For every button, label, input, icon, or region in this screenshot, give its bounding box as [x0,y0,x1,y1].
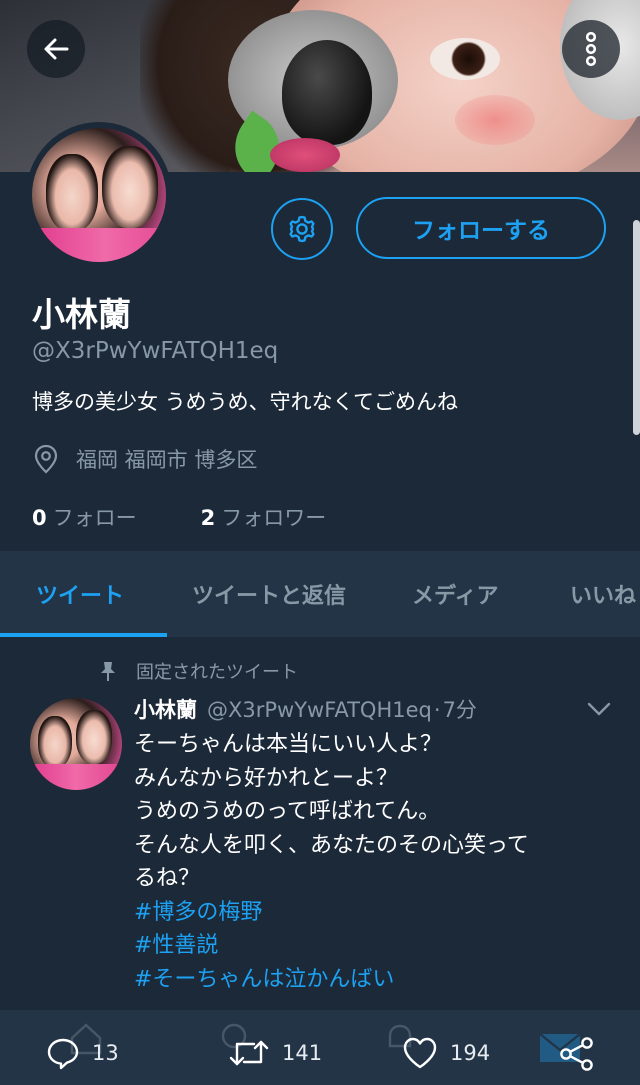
chevron-down-icon [587,702,611,716]
tweet-author-name[interactable]: 小林蘭 [134,694,197,724]
active-tab-indicator [0,633,167,637]
more-options-button[interactable] [562,20,620,78]
hashtag-link[interactable]: #博多の梅野 [134,896,624,930]
following-label: フォロー [52,506,137,530]
tweet-text: そーちゃんは本当にいい人よ？ みんなから好かれとーよ？ うめのうめのって呼ばれて… [134,728,624,996]
profile-stats: 0 フォロー 2 フォロワー [32,502,326,532]
share-button[interactable] [558,1036,596,1076]
profile-bio: 博多の美少女 うめうめ、守れなくてごめんね [32,390,459,414]
follow-button[interactable]: フォローする [356,197,606,259]
tweet-author-avatar[interactable] [30,698,122,790]
arrow-left-icon [44,38,69,60]
reply-icon [47,1038,79,1070]
tab-tweets[interactable]: ツイート [36,551,124,637]
location-pin-icon [34,444,58,474]
scrollbar-thumb[interactable] [633,220,640,435]
share-icon [560,1037,593,1071]
tweet-line: そんな人を叩く、あなたのその心笑って [134,832,529,858]
profile-name: 小林蘭 [32,295,131,334]
followers-label: フォロワー [221,506,327,530]
followers-count: 2 [200,506,216,530]
hashtag-link[interactable]: #性善説 [134,929,624,963]
tweet-separator: · [433,698,441,722]
retweet-button[interactable]: 141 [228,1036,322,1070]
retweet-count: 141 [282,1041,323,1065]
tweet-line: そーちゃんは本当にいい人よ？ [134,732,443,757]
tweet-menu-button[interactable] [586,700,612,722]
tweet-header: 小林蘭 @X3rPwYwFATQH1eq · 7分 [134,694,477,724]
profile-location: 福岡 福岡市 博多区 [32,444,257,474]
tab-media[interactable]: メディア [412,551,498,637]
pinned-indicator: 固定されたツイート [98,658,298,684]
tweet-time: 7分 [442,698,477,722]
reply-button[interactable]: 13 [46,1036,119,1070]
tweet-line: うめのうめのって呼ばれてん。 [134,799,441,824]
tab-likes[interactable]: いいね [570,551,636,637]
following-count: 0 [32,506,47,530]
profile-tabs: ツイート ツイートと返信 メディア いいね [0,551,640,637]
like-button[interactable]: 194 [402,1036,490,1070]
pin-icon [101,662,115,681]
location-text: 福岡 福岡市 博多区 [76,448,258,472]
pinned-label: 固定されたツイート [136,662,298,683]
profile-screen: フォローする 小林蘭 @X3rPwYwFATQH1eq 博多の美少女 うめうめ、… [0,0,640,1085]
tweet-line: るね？ [134,866,201,891]
followers-stat[interactable]: 2 フォロワー [201,502,327,532]
profile-handle: @X3rPwYwFATQH1eq [32,338,279,364]
retweet-icon [229,1040,269,1066]
profile-avatar[interactable] [26,122,172,268]
heart-icon [403,1037,437,1069]
settings-button[interactable] [271,198,333,260]
tweet-author-handle[interactable]: @X3rPwYwFATQH1eq [207,698,432,722]
like-count: 194 [450,1041,491,1065]
back-button[interactable] [27,20,85,78]
gear-icon [289,215,315,243]
reply-count: 13 [92,1041,119,1065]
tweet-line: みんなから好かれとーよ？ [134,765,399,791]
hashtag-link[interactable]: #そーちゃんは泣かんばい [134,963,624,997]
more-vertical-icon [585,31,597,67]
following-stat[interactable]: 0 フォロー [32,502,137,532]
tab-tweets-and-replies[interactable]: ツイートと返信 [192,551,346,637]
